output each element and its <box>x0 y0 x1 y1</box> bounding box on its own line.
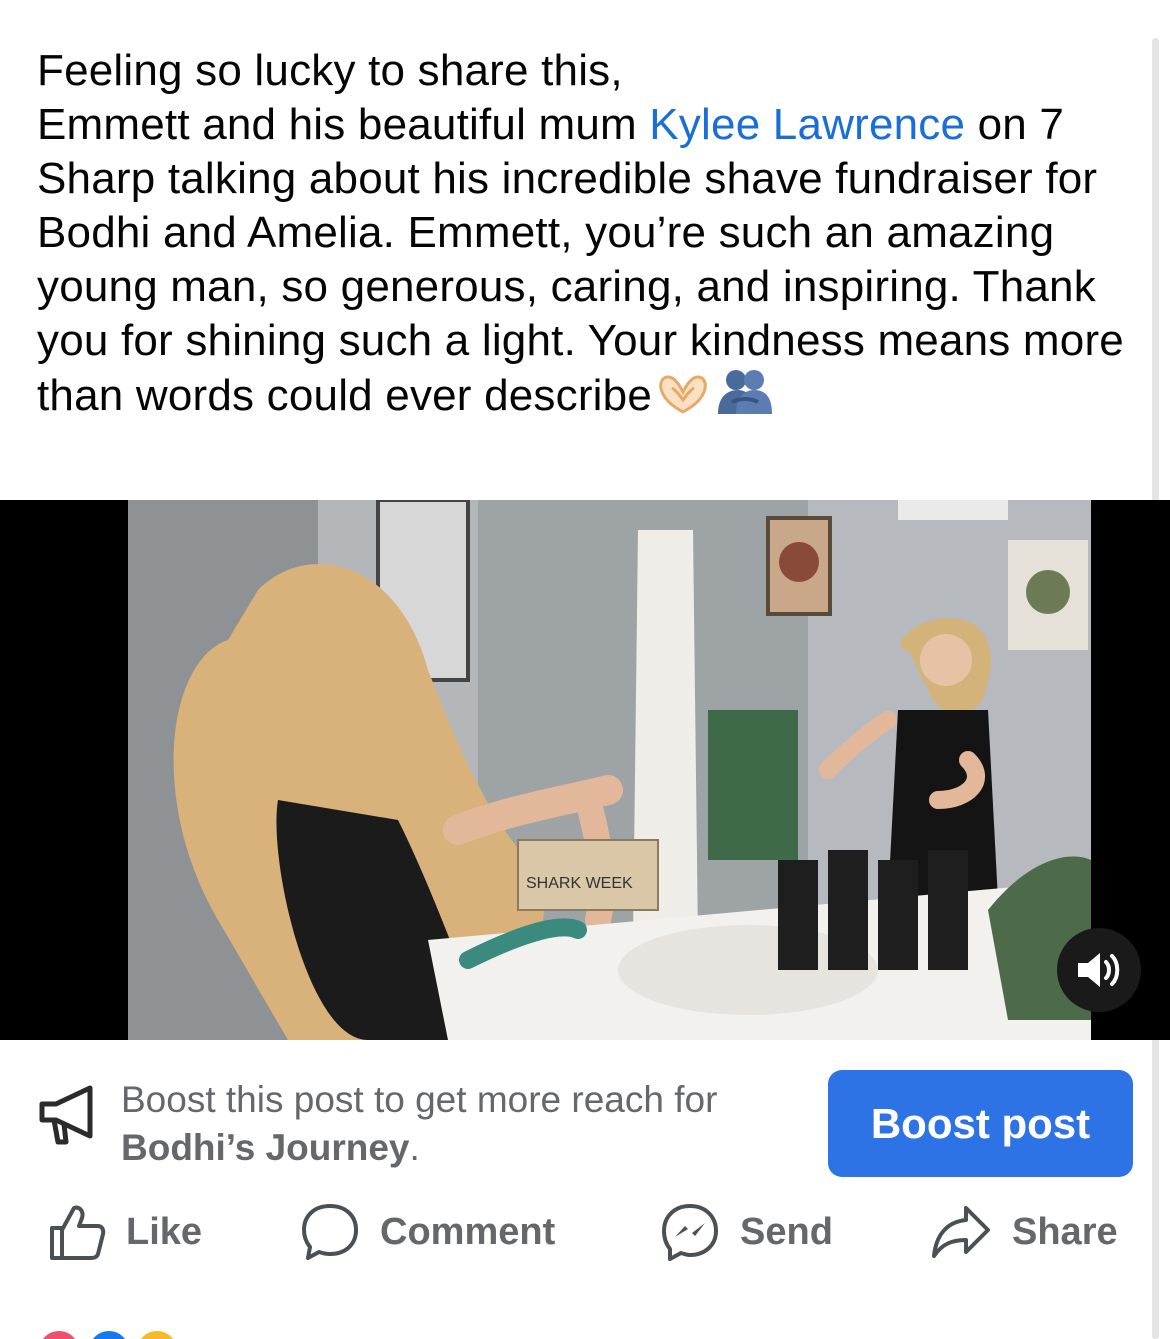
messenger-icon <box>662 1204 718 1261</box>
like-button[interactable]: Like <box>48 1196 202 1268</box>
send-button[interactable]: Send <box>660 1196 833 1268</box>
video-player[interactable]: SHARK WEEK <box>0 500 1170 1040</box>
boost-prompt: Boost this post to get more reach for <box>121 1079 718 1120</box>
thumbs-up-icon <box>50 1205 106 1260</box>
megaphone-icon <box>39 1085 93 1145</box>
post-message: Feeling so lucky to share this, Emmett a… <box>37 44 1127 429</box>
reactions-summary-peek[interactable] <box>0 1318 1170 1339</box>
speaker-icon <box>1078 953 1120 987</box>
mention-link-kylee-lawrence[interactable]: Kylee Lawrence <box>649 100 965 149</box>
post-text-before: Feeling so lucky to share this, Emmett a… <box>37 46 637 149</box>
comment-label: Comment <box>380 1210 556 1253</box>
care-reaction-icon <box>134 1328 180 1339</box>
boost-post-button[interactable]: Boost post <box>828 1070 1133 1177</box>
like-label: Like <box>126 1210 203 1253</box>
send-label: Send <box>740 1210 833 1253</box>
boost-description: Boost this post to get more reach for Bo… <box>121 1076 811 1172</box>
shark-week-label: SHARK WEEK <box>526 875 633 892</box>
share-label: Share <box>1012 1210 1118 1253</box>
boost-suffix: . <box>409 1127 420 1168</box>
video-frame: SHARK WEEK <box>128 500 1091 1040</box>
boost-banner: Boost this post to get more reach for Bo… <box>0 1068 1170 1178</box>
share-arrow-icon <box>932 1206 990 1258</box>
share-button[interactable]: Share <box>930 1196 1118 1268</box>
like-reaction-icon <box>86 1328 132 1339</box>
heart-hands-icon <box>654 370 712 429</box>
comment-button[interactable]: Comment <box>300 1196 555 1268</box>
boost-page-name: Bodhi’s Journey <box>121 1127 410 1168</box>
post-actions-bar: Like Comment Send Share <box>0 1196 1170 1276</box>
love-reaction-icon <box>36 1328 82 1339</box>
mute-button[interactable] <box>1057 928 1141 1012</box>
hugging-people-icon <box>714 368 776 429</box>
comment-icon <box>302 1204 358 1260</box>
